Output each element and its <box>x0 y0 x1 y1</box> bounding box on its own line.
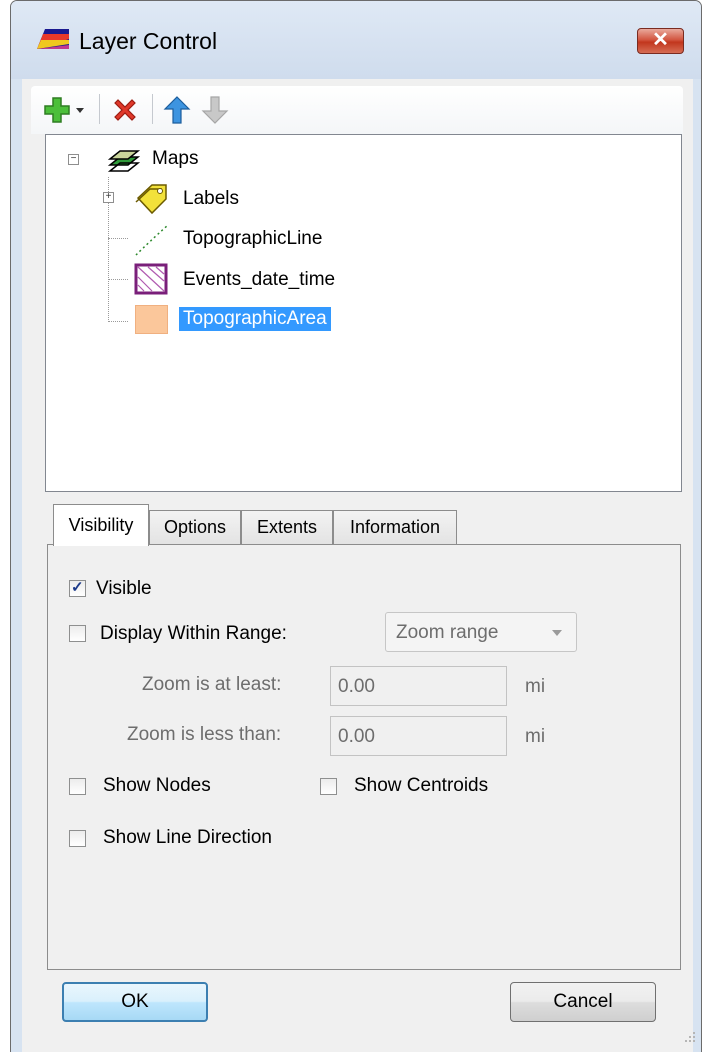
resize-grip-icon[interactable] <box>683 1030 697 1044</box>
display-range-checkbox[interactable] <box>69 625 86 642</box>
tab-options[interactable]: Options <box>149 510 241 544</box>
show-centroids-checkbox[interactable] <box>320 778 337 795</box>
tree-item-label[interactable]: Labels <box>183 188 239 210</box>
layer-toolbar <box>31 86 683 134</box>
show-nodes-checkbox[interactable] <box>69 778 86 795</box>
collapse-toggle[interactable]: − <box>68 154 79 165</box>
peach-area-icon <box>135 305 168 334</box>
show-line-direction-label: Show Line Direction <box>103 827 272 848</box>
show-nodes-label: Show Nodes <box>103 775 211 796</box>
window-title: Layer Control <box>79 28 218 54</box>
layer-tree[interactable]: − Maps + Labels TopographicLine Events_d… <box>45 134 682 492</box>
toolbar-separator <box>152 94 153 124</box>
tree-item-label-selected[interactable]: TopographicArea <box>179 307 331 331</box>
zoom-min-unit: mi <box>525 676 546 697</box>
show-centroids-label: Show Centroids <box>354 775 489 796</box>
red-x-icon[interactable] <box>109 94 141 126</box>
cancel-button[interactable]: Cancel <box>510 982 656 1022</box>
visible-label: Visible <box>96 578 152 599</box>
tree-item-label[interactable]: TopographicLine <box>183 228 322 250</box>
checkmark-icon: ✓ <box>71 579 84 596</box>
green-plus-icon[interactable] <box>41 94 73 126</box>
close-icon: ✕ <box>652 29 669 51</box>
visibility-panel <box>47 544 681 970</box>
close-button[interactable]: ✕ <box>637 28 684 54</box>
zoom-min-value: 0.00 <box>338 676 375 697</box>
ok-button[interactable]: OK <box>62 982 208 1022</box>
zoom-max-label: Zoom is less than: <box>127 724 282 745</box>
labels-tag-icon <box>135 184 167 215</box>
tab-visibility[interactable]: Visibility <box>53 504 149 546</box>
zoom-max-value: 0.00 <box>338 726 375 747</box>
tree-root-label[interactable]: Maps <box>152 148 198 170</box>
dropdown-arrow-icon[interactable] <box>73 94 87 126</box>
maps-stack-icon <box>107 150 141 172</box>
visible-checkbox[interactable]: ✓ <box>69 579 86 597</box>
dotted-line-icon <box>135 224 169 256</box>
zoom-range-value: Zoom range <box>396 622 499 643</box>
tree-connector <box>108 321 128 322</box>
hatched-area-icon <box>134 263 168 295</box>
zoom-max-field[interactable]: 0.00 <box>330 716 507 756</box>
toolbar-separator <box>99 94 100 124</box>
tree-connector <box>108 279 128 280</box>
zoom-max-unit: mi <box>525 726 546 747</box>
zoom-min-label: Zoom is at least: <box>142 674 282 695</box>
tab-strip: Visibility Options Extents Information <box>47 502 683 546</box>
blue-up-arrow-icon[interactable] <box>161 94 193 126</box>
display-range-label: Display Within Range: <box>100 623 287 644</box>
show-line-direction-checkbox[interactable] <box>69 830 86 847</box>
zoom-range-select[interactable]: Zoom range <box>385 612 577 652</box>
gray-down-arrow-icon[interactable] <box>199 94 231 126</box>
layer-control-app-icon <box>37 29 69 49</box>
expand-toggle[interactable]: + <box>103 192 114 203</box>
tab-information[interactable]: Information <box>333 510 457 544</box>
tree-item-label[interactable]: Events_date_time <box>183 269 335 291</box>
zoom-min-field[interactable]: 0.00 <box>330 666 507 706</box>
title-bar: Layer Control ✕ <box>11 1 701 79</box>
tab-extents[interactable]: Extents <box>241 510 333 544</box>
tree-connector <box>108 238 128 239</box>
chevron-down-icon <box>552 630 562 636</box>
